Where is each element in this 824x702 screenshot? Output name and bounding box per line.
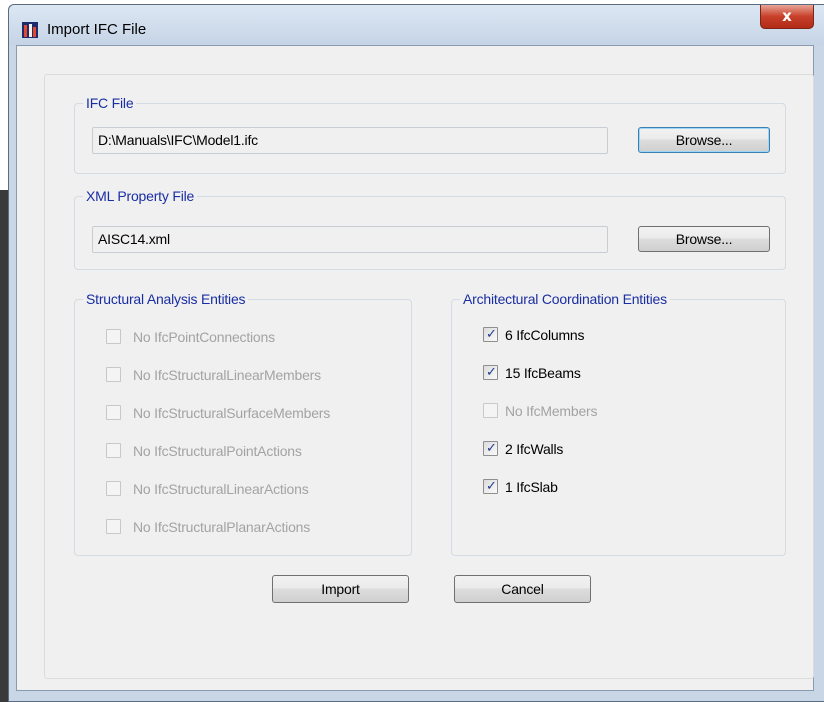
dialog-body: IFC File D:\Manuals\IFC\Model1.ifc Brows… bbox=[16, 45, 814, 691]
xml-file-group: XML Property File AISC14.xml Browse... bbox=[74, 187, 786, 270]
checkmark-icon: ✓ bbox=[486, 327, 497, 342]
xml-file-legend: XML Property File bbox=[83, 187, 198, 205]
cancel-button[interactable]: Cancel bbox=[454, 575, 591, 603]
xml-browse-button[interactable]: Browse... bbox=[638, 226, 770, 252]
checkbox[interactable]: ✓ bbox=[483, 327, 498, 342]
checkbox[interactable] bbox=[106, 519, 121, 534]
checkbox[interactable] bbox=[106, 443, 121, 458]
checkbox[interactable] bbox=[483, 403, 498, 418]
checkbox-label: No IfcStructuralSurfaceMembers bbox=[133, 405, 331, 421]
ifc-file-path-field[interactable]: D:\Manuals\IFC\Model1.ifc bbox=[92, 127, 608, 154]
checkbox[interactable] bbox=[106, 405, 121, 420]
structural-legend: Structural Analysis Entities bbox=[83, 290, 249, 308]
title-bar[interactable]: Import IFC File x bbox=[9, 5, 824, 45]
checkbox-label: 1 IfcSlab bbox=[505, 479, 558, 495]
ifc-file-legend: IFC File bbox=[83, 94, 137, 112]
checkbox-label: No IfcMembers bbox=[505, 403, 598, 419]
checkbox[interactable]: ✓ bbox=[483, 441, 498, 456]
architectural-entities-group: Architectural Coordination Entities ✓ 6 … bbox=[451, 290, 786, 556]
checkmark-icon: ✓ bbox=[486, 479, 497, 494]
checkmark-icon: ✓ bbox=[486, 365, 497, 380]
close-icon: x bbox=[782, 7, 792, 25]
structural-entities-group: Structural Analysis Entities No IfcPoint… bbox=[74, 290, 412, 556]
import-button[interactable]: Import bbox=[272, 575, 409, 603]
checkbox-label: No IfcStructuralLinearMembers bbox=[133, 367, 321, 383]
checkbox[interactable] bbox=[106, 329, 121, 344]
checkbox-label: 2 IfcWalls bbox=[505, 441, 564, 457]
checkbox[interactable] bbox=[106, 367, 121, 382]
window-title: Import IFC File bbox=[47, 21, 147, 38]
app-icon bbox=[22, 22, 38, 38]
ifc-browse-button[interactable]: Browse... bbox=[638, 127, 770, 153]
checkbox[interactable]: ✓ bbox=[483, 479, 498, 494]
checkbox-label: 15 IfcBeams bbox=[505, 365, 581, 381]
checkbox-label: No IfcStructuralPlanarActions bbox=[133, 519, 311, 535]
checkbox-label: 6 IfcColumns bbox=[505, 327, 585, 343]
checkbox-label: No IfcStructuralPointActions bbox=[133, 443, 302, 459]
import-ifc-dialog: Import IFC File x IFC File D:\Manuals\IF… bbox=[8, 4, 824, 702]
close-button[interactable]: x bbox=[760, 5, 814, 29]
checkbox-label: No IfcPointConnections bbox=[133, 329, 275, 345]
architectural-legend: Architectural Coordination Entities bbox=[460, 290, 670, 308]
ifc-file-group: IFC File D:\Manuals\IFC\Model1.ifc Brows… bbox=[74, 94, 786, 174]
content-panel: IFC File D:\Manuals\IFC\Model1.ifc Brows… bbox=[44, 74, 814, 679]
xml-file-path-field[interactable]: AISC14.xml bbox=[92, 226, 608, 253]
checkbox[interactable]: ✓ bbox=[483, 365, 498, 380]
checkmark-icon: ✓ bbox=[486, 441, 497, 456]
checkbox[interactable] bbox=[106, 481, 121, 496]
checkbox-label: No IfcStructuralLinearActions bbox=[133, 481, 309, 497]
